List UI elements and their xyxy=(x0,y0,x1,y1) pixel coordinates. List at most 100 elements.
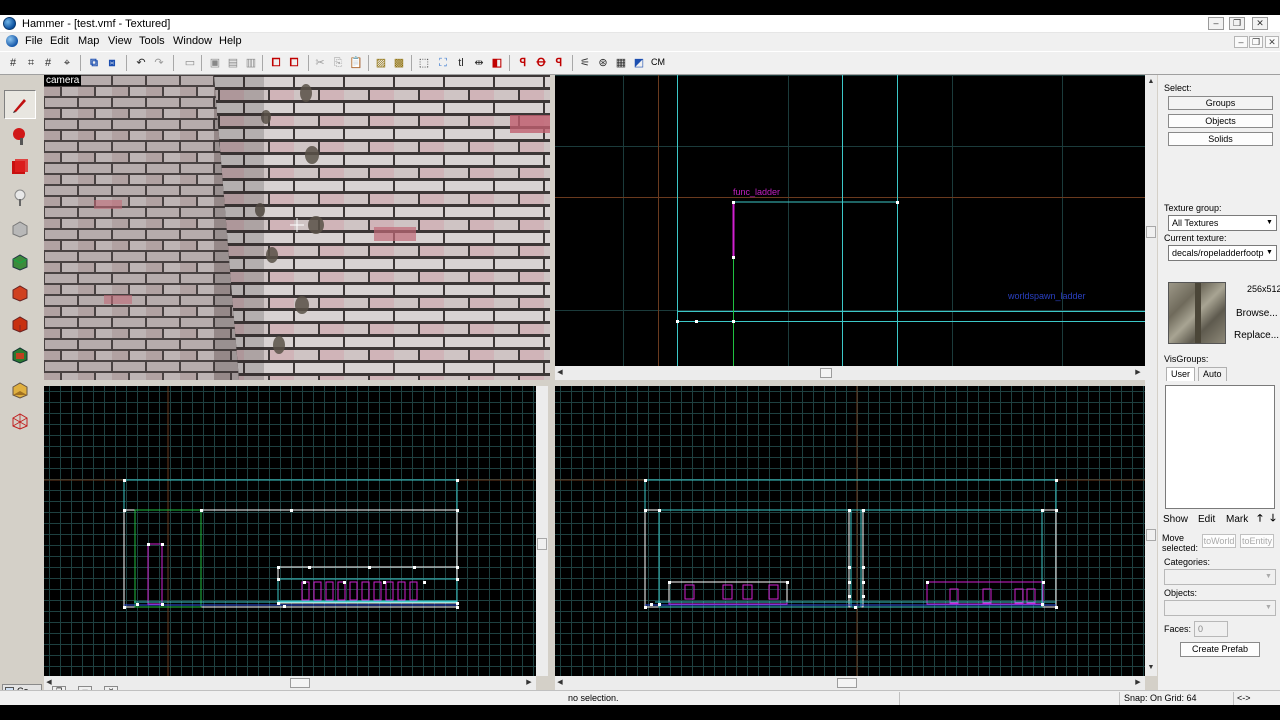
vertex-icon[interactable]: ▥ xyxy=(244,56,258,70)
move-down-icon[interactable]: 🡓 xyxy=(1267,512,1279,526)
show-all-icon[interactable]: ⧠ xyxy=(287,56,301,70)
block-tool[interactable] xyxy=(4,214,36,243)
ungroup-icon[interactable]: ⧈ xyxy=(105,56,119,70)
mdi-close-button[interactable]: ✕ xyxy=(1265,36,1279,48)
brick-wall-render xyxy=(44,75,550,380)
mark-visgroup-button[interactable]: Mark xyxy=(1226,514,1248,525)
select-objects-button[interactable]: Objects xyxy=(1168,114,1273,128)
flip-horizontal-icon[interactable]: ⇹ xyxy=(472,56,486,70)
clipping-tool[interactable] xyxy=(4,375,36,404)
tab-auto[interactable]: Auto xyxy=(1198,367,1227,381)
tab-user[interactable]: User xyxy=(1166,367,1196,381)
snap-icon[interactable]: ⌖ xyxy=(60,56,74,70)
selection-tool[interactable] xyxy=(4,90,36,119)
select-mode-icon[interactable]: ⬚ xyxy=(417,56,431,70)
undo-icon[interactable]: ↶ xyxy=(134,56,148,70)
browse-button[interactable]: Browse... xyxy=(1236,308,1278,319)
select-objects-icon[interactable]: ⛶ xyxy=(436,56,450,70)
cut-icon[interactable]: ✂ xyxy=(313,56,327,70)
target-icon[interactable]: ⊛ xyxy=(596,56,610,70)
create-prefab-button[interactable]: Create Prefab xyxy=(1180,642,1260,657)
side-view-viewport[interactable] xyxy=(555,386,1145,676)
carve-icon[interactable]: ▭ xyxy=(183,56,197,70)
mdi-restore-button[interactable]: ❐ xyxy=(1249,36,1263,48)
select-groups-button[interactable]: Groups xyxy=(1168,96,1273,110)
document-icon[interactable] xyxy=(6,35,18,47)
text-align-icon[interactable]: tl xyxy=(454,56,468,70)
snap-status: Snap: On Grid: 64 xyxy=(1121,692,1234,705)
hide-world-icon[interactable]: ꟼ xyxy=(552,56,566,70)
objects-select[interactable]: ▼ xyxy=(1164,600,1276,616)
clip-icon[interactable]: ▤ xyxy=(226,56,240,70)
toolbar-separator xyxy=(173,55,174,71)
menu-map[interactable]: Map xyxy=(78,35,99,47)
cubemap-label[interactable]: CM xyxy=(651,57,665,67)
show-visgroup-button[interactable]: Show xyxy=(1163,514,1188,525)
grid-2d-icon[interactable]: ⌗ xyxy=(24,56,38,70)
grid-toggle-icon[interactable]: # xyxy=(6,56,20,70)
hide-entities-icon[interactable]: ꟼ xyxy=(516,56,530,70)
toggle-texture-scale-icon[interactable]: ▩ xyxy=(392,56,406,70)
texture-tool[interactable] xyxy=(4,247,36,276)
top-view-viewport[interactable]: func_ladder worldspawn_ladder xyxy=(555,75,1145,366)
select-solids-button[interactable]: Solids xyxy=(1168,132,1273,146)
scroll-thumb xyxy=(1146,226,1156,238)
texture-group-label: Texture group: xyxy=(1164,203,1222,213)
grid-3d-icon[interactable]: # xyxy=(41,56,55,70)
categories-select[interactable]: ▼ xyxy=(1164,569,1276,585)
side-view-vscroll[interactable]: ▲ ▼ xyxy=(1145,75,1157,676)
decal-tool[interactable] xyxy=(4,309,36,338)
camera-viewport[interactable]: camera xyxy=(44,75,550,380)
maximize-button[interactable]: ❐ xyxy=(1229,17,1245,30)
faces-stepper[interactable]: 0 xyxy=(1194,621,1228,637)
grid-view-icon[interactable]: ▦ xyxy=(614,56,628,70)
toggle-texlock-icon[interactable]: ▨ xyxy=(374,56,388,70)
copy-icon[interactable]: ⎘ xyxy=(331,56,345,70)
cubemap-icon[interactable]: ◩ xyxy=(632,56,646,70)
flip-vertical-icon[interactable]: ◧ xyxy=(490,56,504,70)
close-button[interactable]: ✕ xyxy=(1252,17,1268,30)
texture-group-select[interactable]: All Textures ▼ xyxy=(1168,215,1277,231)
menu-window[interactable]: Window xyxy=(173,35,212,47)
menu-view[interactable]: View xyxy=(108,35,132,47)
scroll-up-icon: ▲ xyxy=(1147,78,1155,85)
paste-icon[interactable]: 📋 xyxy=(349,56,363,70)
move-up-icon[interactable]: 🡑 xyxy=(1254,512,1266,526)
hide-selected-icon[interactable]: ⧠ xyxy=(269,56,283,70)
menu-help[interactable]: Help xyxy=(219,35,242,47)
front-view-vscroll[interactable] xyxy=(536,386,548,676)
redo-icon[interactable]: ↷ xyxy=(152,56,166,70)
menu-tools[interactable]: Tools xyxy=(139,35,165,47)
front-view-viewport[interactable] xyxy=(44,386,536,676)
apply-texture-tool[interactable] xyxy=(4,278,36,307)
to-world-button[interactable]: toWorld xyxy=(1202,534,1236,548)
mdi-minimize-button[interactable]: – xyxy=(1234,36,1248,48)
entity-tool[interactable] xyxy=(4,183,36,212)
chevron-down-icon: ▼ xyxy=(1266,249,1273,256)
chevron-down-icon: ▼ xyxy=(1265,604,1272,611)
toolbar-separator xyxy=(308,55,309,71)
to-entity-button[interactable]: toEntity xyxy=(1240,534,1274,548)
hide-func-icon[interactable]: Ꝋ xyxy=(534,56,548,70)
pencil-icon xyxy=(13,98,26,113)
vertex-tool[interactable] xyxy=(4,406,36,435)
edit-visgroup-button[interactable]: Edit xyxy=(1198,514,1215,525)
title-bar: Hammer - [test.vmf - Textured] – ❐ ✕ xyxy=(0,15,1280,33)
hammer-app-icon xyxy=(3,17,16,30)
sound-icon[interactable]: ⚟ xyxy=(578,56,592,70)
categories-label: Categories: xyxy=(1164,557,1211,567)
menu-file[interactable]: File xyxy=(25,35,43,47)
group-icon[interactable]: ⧉ xyxy=(87,56,101,70)
overlay-tool[interactable] xyxy=(4,340,36,369)
current-texture-select[interactable]: decals/ropeladderfootp ▼ xyxy=(1168,245,1277,261)
hollow-icon[interactable]: ▣ xyxy=(208,56,222,70)
menu-edit[interactable]: Edit xyxy=(50,35,69,47)
magnify-tool[interactable] xyxy=(4,121,36,150)
camera-tool[interactable] xyxy=(4,152,36,181)
visgroups-list[interactable] xyxy=(1165,385,1275,509)
minimize-button[interactable]: – xyxy=(1208,17,1224,30)
side-view-hscroll[interactable]: ◀ ▶ xyxy=(555,676,1145,690)
top-view-hscroll[interactable]: ◀ ▶ xyxy=(555,366,1145,380)
toolbar-separator xyxy=(509,55,510,71)
replace-button[interactable]: Replace... xyxy=(1234,330,1279,341)
